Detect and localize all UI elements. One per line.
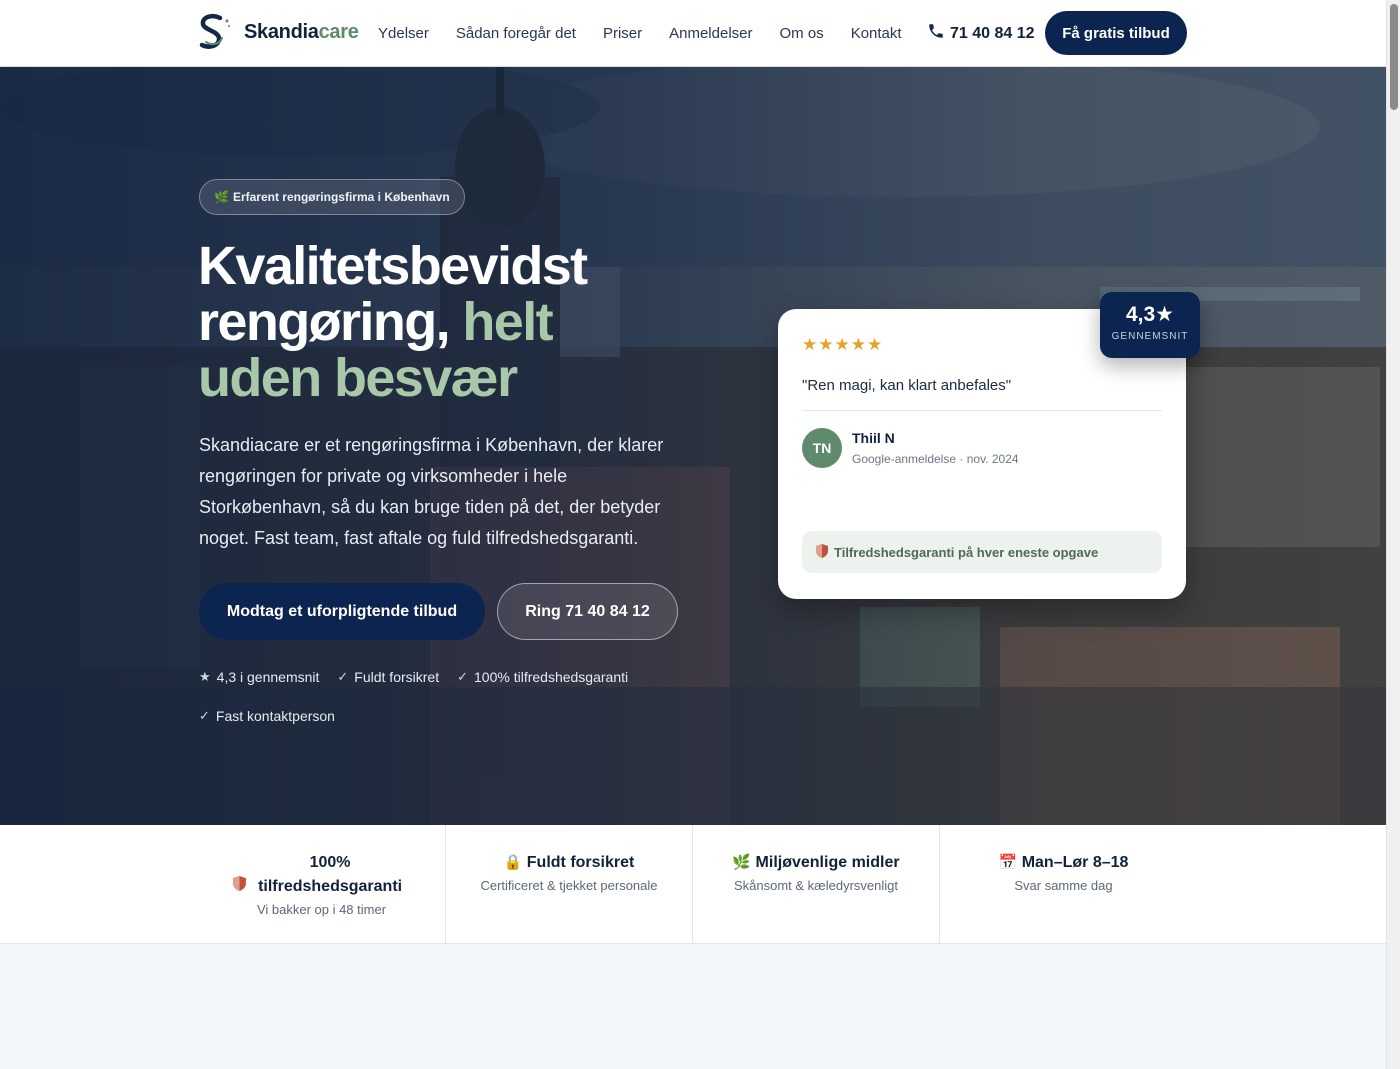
hero-title-line1: Kvalitetsbevidst (198, 236, 588, 296)
trust-title: 100% tilfredshedsgaranti (258, 854, 403, 895)
trust-item-hours: 📅 Man–Lør 8–18 Svar samme dag (940, 825, 1187, 944)
trust-title-row: 100% tilfredshedsgaranti (198, 851, 445, 899)
reviewer-name: Thiil N (852, 430, 895, 446)
feature-text: 4,3 i gennemsnit (216, 668, 320, 685)
scrollbar-thumb[interactable] (1390, 4, 1398, 110)
trust-subtitle: Vi bakker op i 48 timer (256, 902, 387, 917)
feature-item: ✓ 100% tilfredshedsgaranti (457, 667, 628, 686)
site-header: Skandiacare Ydelser Sådan foregår det Pr… (0, 0, 1386, 67)
feature-item: ★ 4,3 i gennemsnit (199, 667, 319, 686)
leaf-icon: 🌿 (732, 854, 752, 871)
phone-icon (927, 22, 945, 45)
nav-om-os[interactable]: Om os (780, 25, 824, 42)
feature-text: Fuldt forsikret (354, 668, 440, 685)
review-quote: "Ren magi, kan klart anbefales" (802, 377, 1012, 394)
logo[interactable]: Skandiacare (198, 12, 359, 52)
hero-features: ★ 4,3 i gennemsnit ✓ Fuldt forsikret ✓ 1… (199, 667, 669, 725)
nav-anmeldelser[interactable]: Anmeldelser (669, 25, 752, 42)
phone-number: 71 40 84 12 (950, 24, 1035, 42)
hero-section: 🌿 Erfarent rengøringsfirma i København K… (0, 67, 1386, 825)
experience-badge: 🌿 Erfarent rengøringsfirma i København (199, 179, 465, 215)
calendar-icon: 📅 (998, 854, 1018, 871)
nav-priser[interactable]: Priser (603, 25, 642, 42)
feature-text: 100% tilfredshedsgaranti (474, 668, 629, 685)
trust-title-row: 🔒 Fuldt forsikret (446, 851, 692, 875)
page-scrollbar[interactable] (1386, 0, 1400, 1069)
lock-icon: 🔒 (503, 854, 523, 871)
review-stars: ★★★★★ (802, 335, 884, 354)
average-rating-badge: 4,3★ GENNEMSNIT (1100, 292, 1200, 358)
main-nav: Ydelser Sådan foregår det Priser Anmelde… (378, 0, 929, 67)
shield-icon (816, 543, 828, 561)
trust-bar: 100% tilfredshedsgaranti Vi bakker op i … (0, 825, 1386, 944)
review-meta: Google-anmeldelse · nov. 2024 (852, 452, 1019, 466)
review-divider (802, 410, 1162, 411)
trust-title: Man–Lør 8–18 (1021, 854, 1129, 871)
leaf-icon: 🌿 (214, 190, 229, 204)
hero-description: Skandiacare er et rengøringsfirma i Købe… (199, 435, 664, 548)
trust-item-eco: 🌿 Miljøvenlige midler Skånsomt & kæledyr… (693, 825, 940, 944)
trust-subtitle: Certificeret & tjekket personale (480, 878, 658, 893)
trust-subtitle: Skånsomt & kæledyrsvenligt (733, 878, 898, 893)
get-free-quote-button[interactable]: Få gratis tilbud (1045, 11, 1187, 55)
nav-saadan-foregaar-det[interactable]: Sådan foregår det (456, 25, 576, 42)
header-phone-link[interactable]: 71 40 84 12 (927, 22, 1035, 45)
feature-item: ✓ Fuldt forsikret (337, 667, 439, 686)
hero-title-line3: uden besvær (198, 348, 518, 408)
guarantee-text: Tilfredshedsgaranti på hver eneste opgav… (834, 544, 1099, 560)
call-button[interactable]: Ring 71 40 84 12 (497, 583, 678, 640)
trust-subtitle: Svar samme dag (1014, 878, 1113, 893)
hero-title-line2: rengøring, (198, 292, 451, 352)
logo-s-icon (198, 12, 232, 52)
hero-title: Kvalitetsbevidst rengøring, helt uden be… (198, 238, 758, 406)
hero-title-highlight: helt (462, 292, 553, 352)
rating-value: 4,3★ (1125, 303, 1175, 326)
check-icon: ✓ (457, 668, 469, 684)
star-icon: ★ (199, 668, 211, 684)
trust-title: Miljøvenlige midler (755, 854, 900, 871)
trust-item-insured: 🔒 Fuldt forsikret Certificeret & tjekket… (446, 825, 693, 944)
check-icon: ✓ (199, 707, 210, 723)
nav-ydelser[interactable]: Ydelser (378, 25, 429, 42)
feature-text: Fast kontaktperson (215, 707, 335, 724)
guarantee-note: Tilfredshedsgaranti på hver eneste opgav… (802, 531, 1162, 573)
feature-item: ✓ Fast kontaktperson (199, 706, 335, 725)
request-quote-button[interactable]: Modtag et uforpligtende tilbud (199, 583, 485, 640)
trust-item-guarantee: 100% tilfredshedsgaranti Vi bakker op i … (198, 825, 446, 944)
nav-kontakt[interactable]: Kontakt (851, 25, 902, 42)
experience-badge-text: Erfarent rengøringsfirma i København (232, 190, 450, 204)
trust-title-row: 🌿 Miljøvenlige midler (693, 851, 939, 875)
brand-name: Skandiacare (244, 20, 359, 43)
trust-title-row: 📅 Man–Lør 8–18 (940, 851, 1187, 875)
rating-label: GENNEMSNIT (1111, 331, 1189, 342)
trust-title: Fuldt forsikret (526, 854, 635, 871)
shield-icon (232, 876, 250, 895)
check-icon: ✓ (337, 668, 349, 684)
avatar: TN (802, 428, 842, 468)
